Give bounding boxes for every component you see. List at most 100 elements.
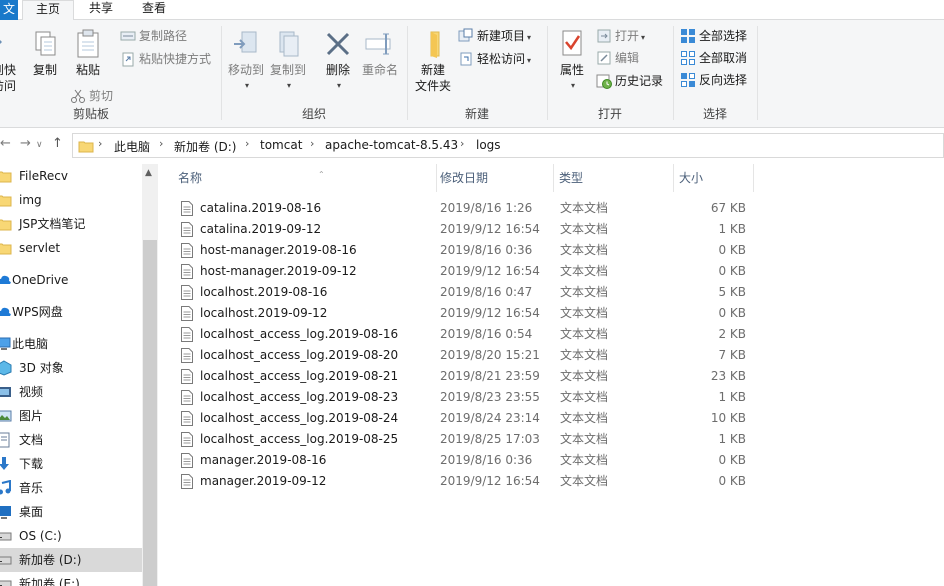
column-divider[interactable] xyxy=(753,164,754,192)
nav-item[interactable]: 新加卷 (E:) xyxy=(0,572,142,586)
nav-item[interactable]: servlet xyxy=(0,236,142,260)
column-header-date[interactable]: 修改日期 xyxy=(440,164,552,192)
nav-scrollbar[interactable]: ▲ xyxy=(142,164,158,586)
tab-home[interactable]: 主页 xyxy=(22,0,74,21)
select-none-label: 全部取消 xyxy=(699,51,748,65)
new-item-button[interactable]: 新建项目 ▾ xyxy=(458,26,531,46)
nav-item[interactable]: 下载 xyxy=(0,452,142,476)
copy-to-button[interactable]: 复制到 ▾ xyxy=(268,28,308,94)
cut-button[interactable]: 剪切 xyxy=(70,86,113,106)
column-divider[interactable] xyxy=(673,164,674,192)
copy-button[interactable]: 复制 xyxy=(30,28,60,78)
history-button[interactable]: 历史记录 xyxy=(596,71,663,91)
invert-selection-button[interactable]: 反向选择 xyxy=(680,70,747,90)
file-name: localhost.2019-08-16 xyxy=(200,285,328,299)
back-arrow-icon[interactable]: ← xyxy=(0,136,11,151)
breadcrumb-chevron-icon[interactable]: › xyxy=(159,137,163,150)
nav-item[interactable]: JSP文档笔记 xyxy=(0,212,142,236)
copy-path-button[interactable]: 复制路径 xyxy=(120,26,187,46)
forward-arrow-icon[interactable]: → xyxy=(20,136,31,151)
nav-item[interactable]: 图片 xyxy=(0,404,142,428)
table-row[interactable]: localhost.2019-09-12 2019/9/12 16:54 文本文档 0… xyxy=(176,303,756,324)
nav-item[interactable]: FileRecv xyxy=(0,164,142,188)
table-row[interactable]: host-manager.2019-09-12 2019/9/12 16:54 文本… xyxy=(176,261,756,282)
tab-file[interactable]: 文 xyxy=(0,0,18,20)
nav-item[interactable]: 3D 对象 xyxy=(0,356,142,380)
nav-item-label: img xyxy=(19,193,42,207)
nav-item-label: 下载 xyxy=(19,457,44,471)
invert-selection-icon xyxy=(681,73,695,87)
table-row[interactable]: localhost_access_log.2019-08-16 2019/8/16… xyxy=(176,324,756,345)
column-header-size[interactable]: 大小 xyxy=(679,164,753,192)
select-all-button[interactable]: 全部选择 xyxy=(680,26,747,46)
new-group-label: 新建 xyxy=(464,107,489,121)
breadcrumb-chevron-icon[interactable]: › xyxy=(460,137,464,150)
paste-shortcut-button[interactable]: 粘贴快捷方式 xyxy=(120,49,211,69)
table-row[interactable]: localhost_access_log.2019-08-23 2019/8/23… xyxy=(176,387,756,408)
breadcrumb-chevron-icon[interactable]: › xyxy=(310,137,314,150)
nav-item[interactable]: 此电脑 xyxy=(0,332,142,356)
column-header-name[interactable]: 名称 ⌃ xyxy=(178,164,436,192)
file-modified-date: 2019/8/16 0:36 xyxy=(440,243,533,257)
file-type: 文本文档 xyxy=(560,390,609,404)
table-row[interactable]: manager.2019-08-16 2019/8/16 0:36 文本文档 0 KB xyxy=(176,450,756,471)
recent-locations-chevron-icon[interactable]: ∨ xyxy=(36,140,43,150)
scroll-up-arrow-icon[interactable]: ▲ xyxy=(145,168,152,178)
move-to-dropdown-caret: ▾ xyxy=(244,81,249,90)
open-button[interactable]: 打开 ▾ xyxy=(596,26,645,46)
paste-button[interactable]: 粘贴 xyxy=(72,28,104,78)
tab-view[interactable]: 查看 xyxy=(142,0,166,20)
rename-button[interactable]: 重命名 xyxy=(360,28,400,78)
breadcrumb-chevron-icon[interactable]: › xyxy=(245,137,249,150)
table-row[interactable]: catalina.2019-09-12 2019/9/12 16:54 文本文档 1 … xyxy=(176,219,756,240)
breadcrumb-drive-d[interactable]: 新加卷 (D:) xyxy=(174,138,236,155)
table-row[interactable]: localhost_access_log.2019-08-20 2019/8/20… xyxy=(176,345,756,366)
address-bar[interactable]: › 此电脑 › 新加卷 (D:) › tomcat › apache-tomca… xyxy=(72,133,944,158)
table-row[interactable]: localhost.2019-08-16 2019/8/16 0:47 文本文档 5 … xyxy=(176,282,756,303)
table-row[interactable]: host-manager.2019-08-16 2019/8/16 0:36 文本文… xyxy=(176,240,756,261)
easy-access-button[interactable]: 轻松访问 ▾ xyxy=(458,49,531,69)
table-row[interactable]: manager.2019-09-12 2019/9/12 16:54 文本文档 0 K… xyxy=(176,471,756,492)
navigation-pane: FileRecv img JSP文档笔记 servlet OneDrive WPS网盘此电… xyxy=(0,164,158,586)
breadcrumb-tomcat[interactable]: tomcat xyxy=(260,138,302,152)
breadcrumb-apache-tomcat[interactable]: apache-tomcat-8.5.43 xyxy=(325,138,458,152)
table-row[interactable]: catalina.2019-08-16 2019/8/16 1:26 文本文档 67 … xyxy=(176,198,756,219)
column-header-type[interactable]: 类型 xyxy=(559,164,673,192)
pin-to-quick-access-button[interactable]: 到快 访问 xyxy=(0,28,22,94)
text-file-icon xyxy=(181,285,193,300)
table-row[interactable]: localhost_access_log.2019-08-25 2019/8/25… xyxy=(176,429,756,450)
nav-item[interactable]: img xyxy=(0,188,142,212)
move-to-button[interactable]: 移动到 ▾ xyxy=(226,28,266,94)
file-type: 文本文档 xyxy=(560,222,609,236)
text-file-icon xyxy=(181,306,193,321)
nav-item[interactable]: OneDrive xyxy=(0,268,142,292)
breadcrumb-logs[interactable]: logs xyxy=(476,138,501,152)
up-arrow-icon[interactable]: ↑ xyxy=(52,136,63,151)
select-group: 全部选择 全部取消 反向选择 选择 xyxy=(674,24,756,126)
select-none-button[interactable]: 全部取消 xyxy=(680,48,747,68)
table-row[interactable]: localhost_access_log.2019-08-24 2019/8/24… xyxy=(176,408,756,429)
nav-item[interactable]: WPS网盘 xyxy=(0,300,142,324)
nav-item[interactable]: OS (C:) xyxy=(0,524,142,548)
edit-label: 编辑 xyxy=(615,51,640,65)
delete-button[interactable]: 删除 ▾ xyxy=(322,28,354,94)
file-modified-date: 2019/8/16 0:47 xyxy=(440,285,533,299)
new-item-label: 新建项目 xyxy=(477,29,526,43)
nav-item[interactable]: 视频 xyxy=(0,380,142,404)
nav-item[interactable]: 新加卷 (D:) xyxy=(0,548,142,572)
properties-button[interactable]: 属性 ▾ xyxy=(552,28,592,94)
breadcrumb-this-pc[interactable]: 此电脑 xyxy=(114,138,150,155)
group-divider xyxy=(757,26,758,120)
nav-item[interactable]: 桌面 xyxy=(0,500,142,524)
nav-item[interactable]: 音乐 xyxy=(0,476,142,500)
scroll-thumb[interactable] xyxy=(143,240,157,586)
tab-share[interactable]: 共享 xyxy=(89,0,113,20)
folder-icon xyxy=(0,219,12,231)
nav-item[interactable]: 文档 xyxy=(0,428,142,452)
new-folder-button[interactable]: 新建 文件夹 xyxy=(412,28,454,94)
column-divider[interactable] xyxy=(436,164,437,192)
table-row[interactable]: localhost_access_log.2019-08-21 2019/8/21… xyxy=(176,366,756,387)
column-divider[interactable] xyxy=(553,164,554,192)
breadcrumb-chevron-icon[interactable]: › xyxy=(98,137,102,150)
edit-button[interactable]: 编辑 xyxy=(596,48,639,68)
